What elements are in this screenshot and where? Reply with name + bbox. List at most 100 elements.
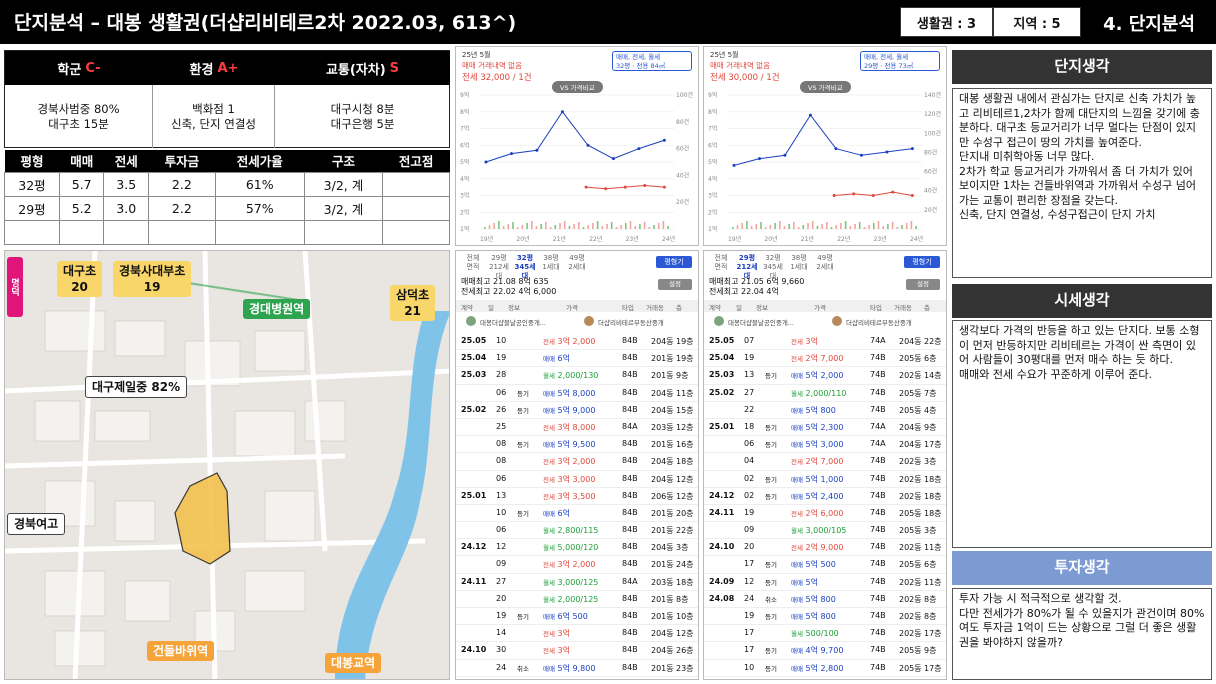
volume-bar [601, 226, 604, 229]
size-filter-button[interactable]: 평형기 [904, 256, 940, 268]
volume-bar [502, 226, 505, 229]
col-jeonse: 전세 [103, 150, 149, 172]
row-price: 매매 5억 500 [791, 559, 836, 570]
table-row[interactable]: 24.10 20 전세 2억 9,000 74B 202동 11층 [704, 539, 946, 557]
table-row[interactable]: 17 등기 매매 5억 500 74B 205동 6층 [704, 556, 946, 574]
size-tab[interactable]: 49평 2세대 [812, 254, 838, 281]
table-row[interactable]: 25.03 28 월세 2,000/130 84B 201동 9층 [456, 367, 698, 385]
size-tab-label: 전체 [714, 254, 728, 262]
list-header-cell: 가격 [566, 304, 578, 312]
volume-bar [620, 225, 622, 229]
row-floor: 18층 [924, 491, 942, 501]
volume-bar [521, 225, 524, 229]
table-row[interactable]: 04 전세 2억 7,000 74B 202동 3층 [704, 453, 946, 471]
table-row[interactable]: 24.12 02 등기 매매 5억 2,400 74B 202동 18층 [704, 488, 946, 505]
table-row[interactable]: 25.02 26 등기 매매 5억 9,000 84B 204동 15층 [456, 402, 698, 419]
size-tab[interactable]: 49평 2세대 [564, 254, 590, 281]
row-price-value: 2억 7,000 [805, 354, 844, 364]
data-point [637, 147, 641, 151]
row-floor: 11층 [924, 543, 942, 553]
data-point [662, 138, 666, 142]
table-row[interactable]: 17 등기 매매 4억 9,700 74B 205동 9층 [704, 642, 946, 660]
location-map[interactable]: 대구초 20 경북사대부초 19 경대병원역 삼덕초 21 대구제일중 82% … [4, 250, 450, 680]
row-floor: 12층 [676, 629, 694, 639]
table-row[interactable]: 22 매매 5억 800 74B 205동 4층 [704, 402, 946, 419]
table-row[interactable]: 25.01 18 등기 매매 5억 2,300 74A 204동 9층 [704, 419, 946, 437]
volume-bar [573, 224, 575, 229]
table-row[interactable]: 20 월세 2,000/125 84B 201동 8층 [456, 591, 698, 608]
table-row[interactable]: 06 전세 3억 3,000 84B 204동 12층 [456, 471, 698, 488]
y2-tick-label: 60건 [924, 168, 937, 176]
table-row[interactable]: 24.11 19 전세 2억 6,000 74B 205동 18층 [704, 505, 946, 523]
table-cell: 61% [214, 171, 305, 197]
list-header-cell: 정보 [508, 304, 520, 312]
table-row[interactable]: 06 월세 2,800/115 84B 201동 22층 [456, 522, 698, 540]
table-row[interactable]: 25.05 07 전세 3억 74A 204동 22층 [704, 333, 946, 351]
table-row[interactable]: 24 취소 매매 5억 9,800 84B 201동 23층 [456, 660, 698, 677]
table-row[interactable]: 09 월세 3,000/105 74B 205동 3층 [704, 522, 946, 540]
max-sale-price: 매매최고 21.05 6억 9,660 [709, 277, 805, 286]
table-row[interactable]: 24.11 27 월세 3,000/125 84A 203동 18층 [456, 574, 698, 591]
settings-button[interactable]: 설정 [906, 279, 940, 290]
row-type: 84B [622, 439, 638, 449]
table-row[interactable]: 09 전세 3억 2,000 84B 201동 24층 [456, 556, 698, 574]
list-header-cell: 거래동 [646, 304, 664, 312]
agent-name[interactable]: 대봉더샵블날공인중개... [728, 317, 794, 327]
row-building: 201동 [651, 560, 674, 570]
volume-bar [559, 223, 561, 229]
agent-name[interactable]: 대봉더샵블날공인중개... [480, 317, 546, 327]
row-price-type: 매매 [791, 475, 803, 484]
table-row[interactable]: 24.12 12 월세 5,000/120 84B 204동 3층 [456, 539, 698, 557]
row-price-type: 매매 [791, 664, 803, 673]
table-row[interactable]: 10 등기 매매 5억 2,800 74B 205동 17층 [704, 660, 946, 677]
volume-bar [526, 223, 528, 229]
row-type: 74B [870, 353, 886, 363]
table-row[interactable]: 24.09 12 등기 매매 5억 74B 202동 11층 [704, 574, 946, 591]
table-row[interactable]: 25.02 27 월세 2,000/110 74B 205동 7층 [704, 385, 946, 402]
table-row[interactable]: 25.05 10 전세 3억 2,000 84B 204동 19층 [456, 333, 698, 351]
agent-name[interactable]: 더샵리비테르부동산중개 [846, 317, 912, 327]
y2-tick-label: 140건 [924, 91, 941, 99]
table-row[interactable]: 08 등기 매매 5억 9,500 84B 201동 16층 [456, 436, 698, 454]
table-row[interactable]: 10 등기 매매 6억 84B 201동 20층 [456, 505, 698, 523]
data-point [859, 153, 863, 157]
volume-bar [554, 225, 557, 229]
row-price: 월세 3,000/125 [543, 577, 598, 587]
row-building: 205동 [899, 405, 922, 415]
row-type: 74B [870, 542, 886, 552]
table-row[interactable]: 06 등기 매매 5억 8,000 84B 204동 11층 [456, 385, 698, 402]
row-price-value: 2,000/110 [805, 388, 847, 398]
row-price: 전세 3억 8,000 [543, 422, 595, 433]
table-row[interactable]: 19 등기 매매 5억 800 74B 202동 8층 [704, 608, 946, 626]
row-month: 24.12 [461, 542, 487, 552]
row-price-type: 매매 [791, 595, 803, 604]
table-row[interactable]: 19 등기 매매 6억 500 84B 201동 10층 [456, 608, 698, 626]
table-row[interactable]: 25.04 19 매매 6억 84B 201동 19층 [456, 350, 698, 368]
row-building: 204동 [651, 646, 674, 656]
table-row[interactable]: 25.03 13 등기 매매 5억 2,000 74B 202동 14층 [704, 367, 946, 385]
table-row[interactable]: 06 등기 매매 5억 3,000 74A 204동 17층 [704, 436, 946, 454]
row-price-type: 월세 [791, 527, 803, 536]
row-building: 205동 [899, 526, 922, 536]
volume-bar [488, 225, 491, 229]
table-row[interactable]: 25.04 19 전세 2억 7,000 74B 205동 6층 [704, 350, 946, 368]
row-info: 등기 [517, 389, 529, 398]
table-row[interactable]: 08 전세 3억 2,000 84B 204동 18층 [456, 453, 698, 471]
row-floor: 24층 [676, 560, 694, 570]
table-row[interactable]: 17 월세 500/100 74B 202동 17층 [704, 625, 946, 643]
table-row[interactable]: 25.01 13 전세 3억 3,500 84B 206동 12층 [456, 488, 698, 505]
row-price-value: 5억 [805, 577, 818, 587]
table-row[interactable]: 02 등기 매매 5억 1,000 74B 202동 18층 [704, 471, 946, 488]
size-filter-button[interactable]: 평형기 [656, 256, 692, 268]
row-day: 25 [496, 421, 507, 431]
row-price: 월세 2,000/130 [543, 370, 598, 380]
table-row[interactable]: 14 전세 3억 84B 204동 12층 [456, 625, 698, 643]
row-price-value: 3억 3,000 [557, 474, 596, 484]
agent-name[interactable]: 더샵리비테르부동산중개 [598, 317, 664, 327]
volume-bar [835, 225, 837, 229]
table-row[interactable]: 25 전세 3억 8,000 84A 203동 12층 [456, 419, 698, 437]
settings-button[interactable]: 설정 [658, 279, 692, 290]
y2-tick-label: 120건 [924, 110, 941, 118]
table-row[interactable]: 24.10 30 전세 3억 84B 204동 26층 [456, 642, 698, 660]
table-row[interactable]: 24.08 24 취소 매매 5억 800 74B 202동 8층 [704, 591, 946, 608]
